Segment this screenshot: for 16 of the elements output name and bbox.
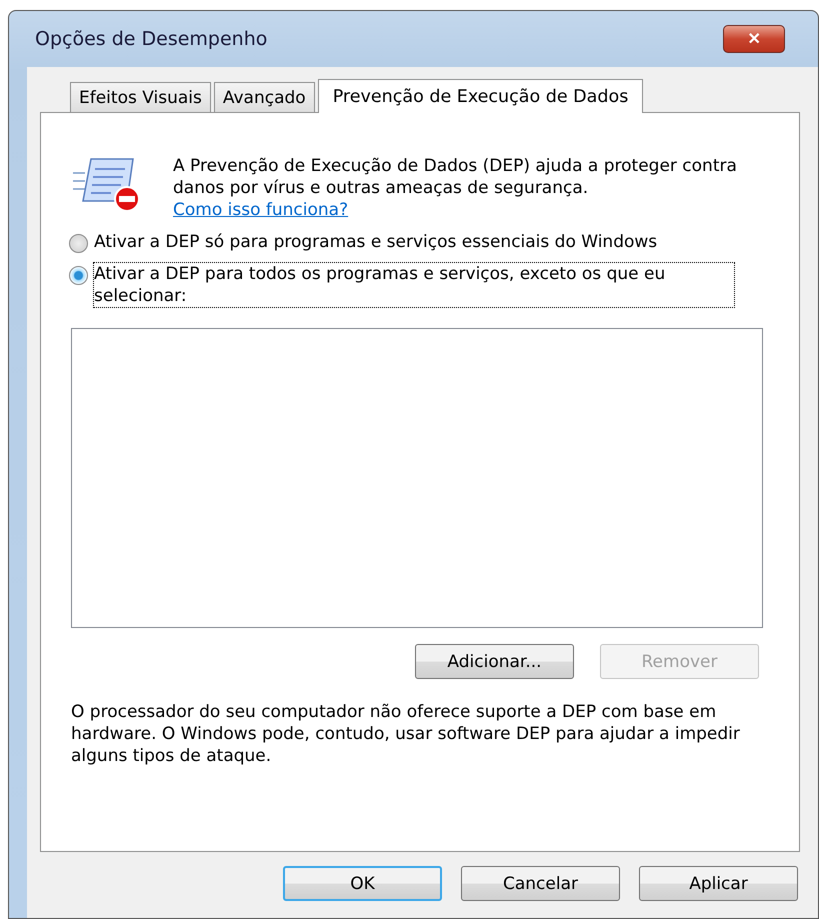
window-title: Opções de Desempenho: [35, 28, 268, 50]
dialog-button[interactable]: Aplicar: [639, 866, 798, 901]
radio-button[interactable]: [69, 266, 88, 285]
close-button[interactable]: ✕: [723, 25, 785, 53]
hardware-note: O processador do seu computador não oferece suporte a DEP com base em hardware. O Windows pode, contudo, usar software DEP para ajudar a impedir alguns tipos de ataque.: [71, 701, 741, 767]
radio-button[interactable]: [69, 234, 88, 253]
radio-label: Ativar a DEP para todos os programas e serviços, exceto os que eu selecionar:: [94, 263, 734, 307]
dialog-button[interactable]: Cancelar: [461, 866, 620, 901]
intro-text: A Prevenção de Execução de Dados (DEP) ajuda a proteger contra danos por vírus e outras ameaças de segurança. Como isso funciona?: [173, 155, 738, 221]
radio-label: Ativar a DEP só para programas e serviços essenciais do Windows: [94, 231, 658, 253]
help-link[interactable]: Como isso funciona?: [173, 200, 348, 220]
tab[interactable]: Efeitos Visuais: [70, 82, 211, 112]
tab[interactable]: Avançado: [214, 82, 315, 112]
add-button[interactable]: Adicionar...: [415, 644, 574, 679]
tab[interactable]: Prevenção de Execução de Dados: [318, 79, 644, 113]
dialog-button[interactable]: OK: [283, 866, 442, 901]
